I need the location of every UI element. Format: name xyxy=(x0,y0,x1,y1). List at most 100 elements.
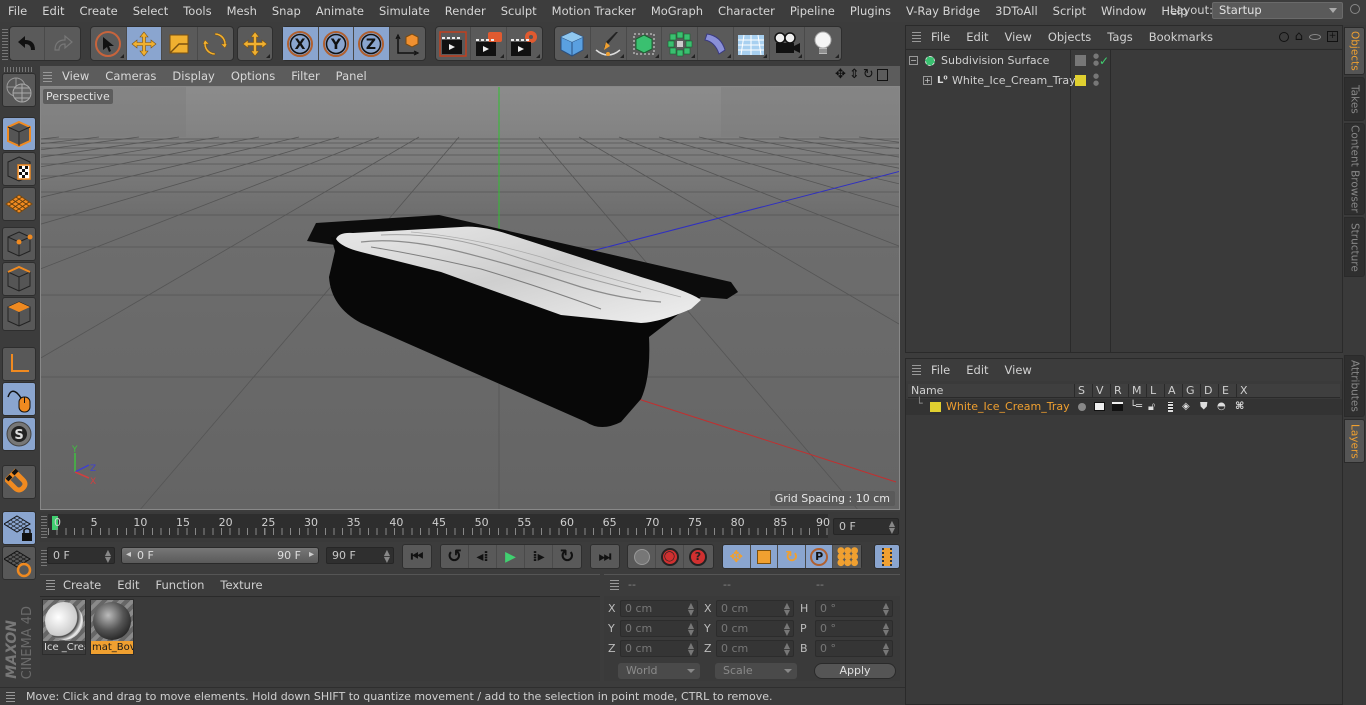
tab-content-browser[interactable]: Content Browser xyxy=(1344,123,1365,215)
layer-swatch-icon[interactable] xyxy=(1075,55,1086,66)
menu-pipeline[interactable]: Pipeline xyxy=(782,4,842,18)
goto-end-button[interactable]: ⏭ xyxy=(591,545,619,568)
coord-field-p-2[interactable]: 0 ° ▲ ▼ xyxy=(815,620,893,637)
solo-toggle-icon[interactable] xyxy=(1078,403,1086,411)
menu-create[interactable]: Create xyxy=(72,4,125,18)
visible-toggle-icon[interactable] xyxy=(1094,402,1105,411)
coord-field-x-1[interactable]: 0 cm ▲ ▼ xyxy=(716,600,794,617)
goto-start-button[interactable]: ⏮ xyxy=(403,545,431,568)
menu-window[interactable]: Window xyxy=(1093,4,1153,18)
object-menu-bookmarks[interactable]: Bookmarks xyxy=(1141,30,1221,44)
search-icon[interactable] xyxy=(1350,4,1360,14)
menu-mograph[interactable]: MoGraph xyxy=(643,4,710,18)
lock-x-button[interactable]: X xyxy=(283,27,319,60)
prev-frame-button[interactable]: ◂⁞ xyxy=(469,545,497,568)
coord-field-y-0[interactable]: 0 cm ▲ ▼ xyxy=(620,620,698,637)
lock-toggle-icon[interactable]: 🔓︎ xyxy=(1148,399,1155,415)
cloner-button[interactable] xyxy=(662,27,698,60)
layer-menu-file[interactable]: File xyxy=(923,363,958,377)
prev-key-button[interactable]: ↺ xyxy=(441,545,469,568)
deformers-toggle-icon[interactable]: ⛊ xyxy=(1200,399,1208,415)
layer-row[interactable]: └ White_Ice_Cream_Tray └═ 🔓︎ ◈ ⛊ ◓ ⌘ xyxy=(906,397,1342,415)
material-menu-create[interactable]: Create xyxy=(55,578,109,592)
coord-field-x-0[interactable]: 0 cm ▲ ▼ xyxy=(620,600,698,617)
panel-grip[interactable] xyxy=(43,70,52,82)
key-scale-button[interactable] xyxy=(751,545,779,568)
collapse-icon[interactable]: − xyxy=(909,56,918,65)
coord-field-b-2[interactable]: 0 ° ▲ ▼ xyxy=(815,640,893,657)
live-selection-button[interactable] xyxy=(91,27,127,60)
coord-field-z-0[interactable]: 0 cm ▲ ▼ xyxy=(620,640,698,657)
orbit-icon[interactable]: ↻ xyxy=(863,67,874,82)
record-button[interactable]: ◯ xyxy=(656,545,684,568)
expressions-toggle-icon[interactable]: ◓ xyxy=(1217,399,1226,415)
viewport-menu-options[interactable]: Options xyxy=(223,69,283,83)
spinner-icon[interactable]: ▲ ▼ xyxy=(688,622,694,637)
object-row-ice-cream-tray[interactable]: + L⁰ White_Ice_Cream_Tray ● ● xyxy=(906,71,1342,91)
texture-mode-button[interactable] xyxy=(2,152,36,186)
viewport-menu-panel[interactable]: Panel xyxy=(328,69,375,83)
key-rotation-button[interactable]: ↻ xyxy=(778,545,806,568)
material-menu-edit[interactable]: Edit xyxy=(109,578,147,592)
menu-edit[interactable]: Edit xyxy=(34,4,71,18)
layer-column-v[interactable]: V xyxy=(1092,384,1104,398)
layer-menu-view[interactable]: View xyxy=(997,363,1040,377)
make-editable-button[interactable] xyxy=(2,73,36,107)
layer-column-l[interactable]: L xyxy=(1146,384,1156,398)
toolbar-grip[interactable] xyxy=(4,67,32,72)
autokey-button[interactable]: ? xyxy=(684,545,712,568)
key-parameter-button[interactable]: P xyxy=(806,545,834,568)
layer-column-d[interactable]: D xyxy=(1200,384,1212,398)
timeline-window-button[interactable] xyxy=(875,545,899,568)
object-menu-objects[interactable]: Objects xyxy=(1040,30,1099,44)
cube-button[interactable] xyxy=(555,27,591,60)
motion-record-button[interactable] xyxy=(628,545,656,568)
subdivision-button[interactable] xyxy=(627,27,663,60)
menu-tools[interactable]: Tools xyxy=(175,4,218,18)
viewport-3d[interactable]: Y Z X Perspective Grid Spacing : 10 cm xyxy=(40,86,900,510)
coord-field-z-1[interactable]: 0 cm ▲ ▼ xyxy=(716,640,794,657)
menu-sculpt[interactable]: Sculpt xyxy=(493,4,544,18)
render-settings-button[interactable] xyxy=(507,27,542,60)
next-frame-button[interactable]: ⁞▸ xyxy=(525,545,553,568)
object-row-subdivision-surface[interactable]: − Subdivision Surface ● ● ✓ xyxy=(906,51,1342,71)
animation-toggle-icon[interactable] xyxy=(1168,402,1173,412)
panel-grip[interactable] xyxy=(610,580,619,590)
next-key-button[interactable]: ↻ xyxy=(553,545,581,568)
material-ice-cream[interactable]: Ice _Crea xyxy=(42,599,86,655)
coordinate-system-button[interactable] xyxy=(390,27,425,60)
panel-grip[interactable] xyxy=(912,32,921,42)
menu-mesh[interactable]: Mesh xyxy=(219,4,264,18)
light-button[interactable] xyxy=(805,27,841,60)
layer-color-swatch[interactable] xyxy=(930,402,941,412)
search-icon[interactable] xyxy=(1278,31,1289,42)
layer-column-e[interactable]: E xyxy=(1218,384,1229,398)
viewport-menu-filter[interactable]: Filter xyxy=(283,69,327,83)
xref-toggle-icon[interactable]: ⌘ xyxy=(1235,399,1244,415)
layer-name[interactable]: White_Ice_Cream_Tray xyxy=(946,399,1070,415)
layer-swatch-icon[interactable] xyxy=(1075,75,1086,86)
render-view-button[interactable] xyxy=(436,27,472,60)
coord-mode-dropdown[interactable]: Scale xyxy=(715,663,797,679)
viewport-menu-display[interactable]: Display xyxy=(164,69,222,83)
menu-3dtoall[interactable]: 3DToAll xyxy=(987,4,1045,18)
menu-render[interactable]: Render xyxy=(437,4,493,18)
dolly-icon[interactable]: ⇕ xyxy=(849,67,860,82)
layer-column-m[interactable]: M xyxy=(1128,384,1142,398)
home-icon[interactable]: ⌂ xyxy=(1295,29,1303,44)
workplane-mode-button[interactable] xyxy=(2,187,36,221)
spinner-icon[interactable]: ▲ ▼ xyxy=(883,622,889,637)
scale-button[interactable] xyxy=(162,27,198,60)
expand-icon[interactable]: + xyxy=(923,76,932,85)
current-frame-field[interactable]: 0 F ▲ ▼ xyxy=(833,518,899,535)
pen-button[interactable] xyxy=(591,27,627,60)
toolbar-grip[interactable] xyxy=(2,28,8,60)
spinner-icon[interactable]: ▲ ▼ xyxy=(883,602,889,617)
play-button[interactable]: ▶ xyxy=(497,545,525,568)
menu-animate[interactable]: Animate xyxy=(308,4,371,18)
tweak-mode-button[interactable] xyxy=(2,382,36,416)
lock-z-button[interactable]: Z xyxy=(354,27,390,60)
workplane-lock-button[interactable] xyxy=(2,511,36,545)
menu-motion-tracker[interactable]: Motion Tracker xyxy=(544,4,643,18)
layer-column-x[interactable]: X xyxy=(1236,384,1248,398)
